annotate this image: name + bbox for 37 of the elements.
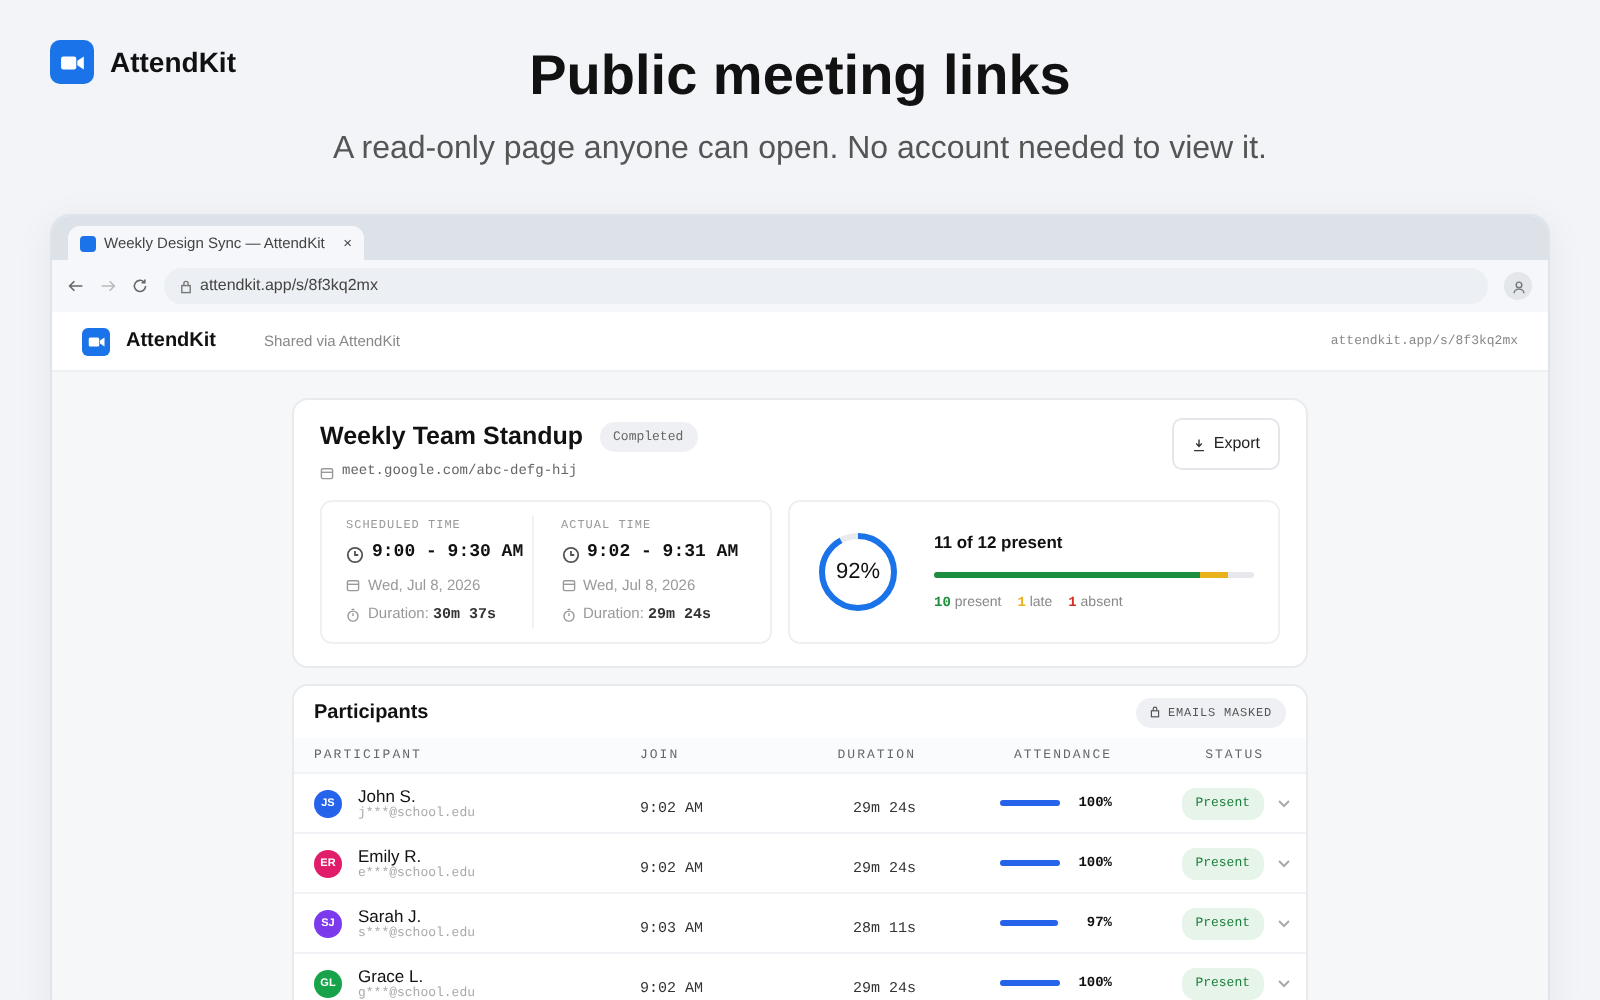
reload-icon[interactable] [132,278,148,294]
time-range: 9:02 - 9:31 AM [587,540,739,567]
chevron-down-icon[interactable] [1278,799,1290,808]
timer-icon [346,608,360,623]
lock-icon [1149,706,1160,719]
app-name: AttendKit [126,328,216,356]
address-bar[interactable]: attendkit.app/s/8f3kq2mx [164,268,1488,304]
participant-name: Emily R. [358,847,424,866]
forward-arrow-icon[interactable] [100,278,116,294]
page-subtitle: A read-only page anyone can open. No account needed to view it. [333,130,1267,170]
calendar-icon [320,465,334,479]
section-title: Participants [314,699,429,728]
lock-icon [180,279,192,293]
calendar-icon [561,577,575,592]
participant-name: Grace L. [358,967,426,986]
chevron-down-icon[interactable] [1278,919,1290,928]
present-summary: 11 of 12 present [934,530,1065,556]
page-title: Public meeting links [529,48,1071,104]
chevron-down-icon[interactable] [1278,859,1290,868]
download-icon [1191,437,1206,451]
time-range: 9:00 - 9:30 AM [372,540,524,567]
participant-name: Sarah J. [358,907,424,926]
video-camera-icon [87,335,105,347]
clock-icon [561,545,579,563]
participant-name: John S. [358,787,418,806]
export-button[interactable]: Export [1171,418,1280,470]
person-icon [1511,279,1525,293]
chevron-down-icon[interactable] [1278,979,1290,988]
brand-name: AttendKit [110,43,236,81]
profile-button[interactable] [1504,272,1532,300]
calendar-icon [346,577,360,592]
clock-icon [346,545,364,563]
back-arrow-icon[interactable] [68,278,84,294]
attendance-percent: 92% [835,558,881,588]
meeting-title: Weekly Team Standup [320,420,584,454]
video-camera-icon [59,53,85,71]
timer-icon [561,608,575,623]
